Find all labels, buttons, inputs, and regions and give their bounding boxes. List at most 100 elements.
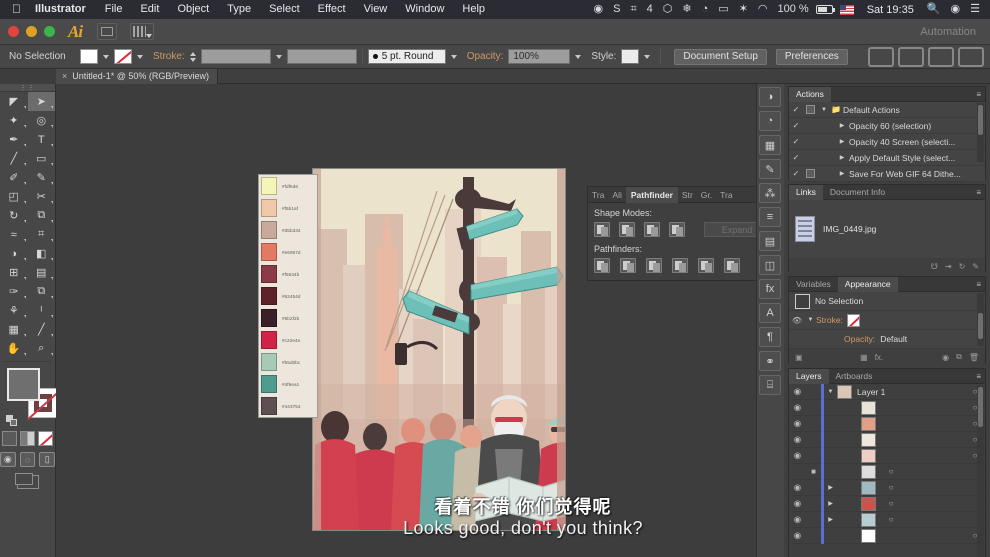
swatch-chip[interactable] — [261, 221, 277, 239]
gradient-mode-icon[interactable] — [20, 431, 35, 446]
actions-row[interactable]: ✓▶Opacity 40 Screen (selecti... — [789, 134, 985, 150]
swatch-row[interactable]: #d5b334 — [259, 219, 317, 241]
direct-selection-tool[interactable]: ➤ — [28, 92, 56, 111]
tab-links[interactable]: Links — [789, 185, 823, 200]
layers-panel[interactable]: Layers Artboards ≡ ◉▼Layer 1○◉○◉○◉○◉○■○◉… — [788, 368, 986, 557]
action-toggle-checkbox[interactable]: ✓ — [789, 169, 803, 178]
stroke-weight-input[interactable] — [201, 49, 271, 64]
color-guide-icon[interactable]: ◔ — [759, 111, 781, 131]
blend-tool[interactable]: ⧉ — [28, 282, 56, 301]
line-segment-tool[interactable]: ╱ — [0, 149, 28, 168]
bridge-button[interactable] — [97, 23, 117, 40]
lasso-tool[interactable]: ◎ — [28, 111, 56, 130]
paintbrush-tool[interactable]: ✐ — [0, 168, 28, 187]
tab-pathfinder[interactable]: Pathfinder — [626, 187, 678, 203]
free-transform-tool[interactable]: ⌗ — [28, 225, 56, 244]
shape-builder-tool[interactable]: ◑ — [0, 244, 28, 263]
expand-triangle-icon[interactable]: ▼ — [824, 389, 837, 395]
panel-menu-icon[interactable]: ≡ — [976, 90, 985, 99]
tab-document-info[interactable]: Document Info — [823, 185, 892, 200]
layer-row[interactable]: ◉▶○ — [789, 480, 985, 496]
expand-triangle-icon[interactable]: ▶ — [835, 138, 849, 145]
expand-triangle-icon[interactable]: ▶ — [835, 122, 849, 129]
link-filename[interactable]: IMG_0449.jpg — [823, 224, 876, 234]
appearance-panel[interactable]: Variables Appearance ≡ No Selection 👁 ▼ … — [788, 276, 986, 364]
close-window-button[interactable] — [8, 26, 19, 37]
expand-triangle-icon[interactable]: ▶ — [824, 484, 837, 491]
menu-view[interactable]: View — [355, 0, 397, 19]
symbols-panel-icon[interactable]: ⁂ — [759, 183, 781, 203]
swatch-row[interactable]: #c22e4e — [259, 329, 317, 351]
evernote-icon[interactable]: ◔ — [697, 0, 714, 19]
add-new-fill-icon[interactable]: ▦ — [860, 353, 868, 362]
menubar-clock[interactable]: Sat 19:35 — [859, 4, 922, 16]
swatches-panel-icon[interactable]: ▦ — [759, 135, 781, 155]
layer-row[interactable]: ◉○ — [789, 416, 985, 432]
tab-transparency[interactable]: Tra — [716, 187, 736, 203]
relink-icon[interactable]: ☋ — [931, 262, 938, 271]
stroke-none-swatch[interactable] — [847, 314, 860, 327]
perspective-grid-tool[interactable]: ◧ — [28, 244, 56, 263]
battery-icon[interactable] — [816, 5, 833, 14]
swatch-chip[interactable] — [261, 243, 277, 261]
swatches-floating-panel[interactable]: #fdf5d6#f5b1af#d5b334#e6957d#f5534b#6245… — [258, 174, 318, 418]
minus-back-button[interactable] — [724, 258, 740, 273]
scissors-tool[interactable]: ✂ — [28, 187, 56, 206]
arrange-documents-button[interactable] — [130, 23, 154, 40]
swatch-chip[interactable] — [261, 177, 277, 195]
opacity-input[interactable]: 100% — [508, 49, 570, 64]
apple-icon[interactable]:  — [0, 0, 31, 19]
update-link-icon[interactable]: ↻ — [959, 262, 966, 271]
layer-row[interactable]: ◉○ — [789, 400, 985, 416]
draw-behind-icon[interactable]: ◌ — [20, 452, 36, 467]
scale-tool[interactable]: ⧉ — [28, 206, 56, 225]
gradient-panel-icon[interactable]: ▤ — [759, 231, 781, 251]
layer-name[interactable]: ○ — [881, 467, 985, 476]
fill-swatch-button[interactable] — [80, 49, 98, 64]
layer-target-icon[interactable]: ○ — [881, 499, 901, 508]
eyedropper-tool[interactable]: ✑ — [0, 282, 28, 301]
stroke-chevron-down-icon[interactable] — [137, 55, 143, 59]
brush-definition-select[interactable]: 5 pt. Round — [368, 49, 446, 64]
crop-button[interactable] — [672, 258, 688, 273]
visibility-eye-icon[interactable]: ◉ — [789, 386, 806, 397]
hand-tool[interactable]: ✋ — [0, 339, 28, 358]
actions-list[interactable]: ✓▼📁Default Actions✓▶Opacity 60 (selectio… — [789, 102, 985, 182]
layer-target-icon[interactable]: ○ — [881, 515, 901, 524]
default-fill-stroke-icon[interactable] — [6, 415, 17, 426]
swatch-row[interactable]: #5b2f2b — [259, 307, 317, 329]
tab-artboards[interactable]: Artboards — [829, 369, 880, 384]
layer-row[interactable]: ◉▶○ — [789, 512, 985, 528]
tab-variables[interactable]: Variables — [789, 277, 838, 292]
dropbox-icon[interactable]: ❄ — [677, 0, 696, 19]
selection-tool[interactable]: ◤ — [0, 92, 28, 111]
outline-button[interactable] — [698, 258, 714, 273]
layer-row[interactable]: ◉▼Layer 1○ — [789, 384, 985, 400]
swatch-row[interactable]: #4f9ea1 — [259, 373, 317, 395]
tools-panel-grip[interactable]: ⋮⋮ — [0, 84, 55, 92]
paragraph-panel-icon[interactable]: ¶ — [759, 327, 781, 347]
actions-row[interactable]: ✓▶Save For Web GIF 64 Dithe... — [789, 166, 985, 182]
layer-row[interactable]: ◉○ — [789, 448, 985, 464]
draw-inside-icon[interactable]: ▯ — [39, 452, 55, 467]
visibility-eye-icon[interactable]: ◉ — [789, 482, 806, 493]
expand-triangle-icon[interactable]: ▼ — [817, 107, 831, 113]
color-mode-icon[interactable] — [2, 431, 17, 446]
airplay-icon[interactable]: ▭ — [713, 0, 733, 19]
artboard-tool[interactable]: ▦ — [0, 320, 28, 339]
mesh-tool[interactable]: ⊞ — [0, 263, 28, 282]
chevron-down-icon[interactable]: ▼ — [805, 317, 816, 323]
badge-count[interactable]: 4 — [642, 0, 658, 19]
slice-tool[interactable]: ╱ — [28, 320, 56, 339]
panel-menu-icon[interactable]: ≡ — [976, 372, 985, 381]
wifi-icon[interactable]: ◠ — [753, 0, 773, 19]
menu-select[interactable]: Select — [260, 0, 309, 19]
menu-edit[interactable]: Edit — [131, 0, 168, 19]
swatch-chip[interactable] — [261, 397, 277, 415]
siri-icon[interactable]: ◉ — [946, 0, 966, 19]
expand-triangle-icon[interactable]: ▶ — [835, 170, 849, 177]
goto-link-icon[interactable]: ⇥ — [945, 262, 952, 271]
intersect-button[interactable] — [644, 222, 660, 237]
record-icon[interactable]: ◉ — [589, 0, 609, 19]
expand-triangle-icon[interactable]: ▶ — [835, 154, 849, 161]
